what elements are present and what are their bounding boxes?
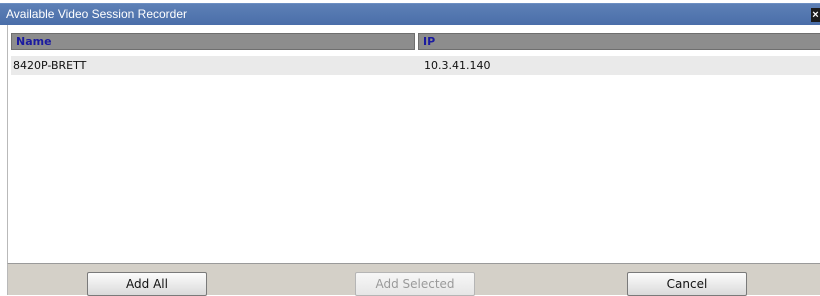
- column-header-ip[interactable]: IP: [418, 33, 820, 50]
- close-icon[interactable]: ×: [811, 8, 820, 22]
- add-all-button[interactable]: Add All: [87, 272, 207, 296]
- dialog-title: Available Video Session Recorder: [6, 7, 188, 21]
- recorder-table: Name IP 8420P-BRETT 10.3.41.140: [7, 25, 820, 263]
- table-header: Name IP: [8, 33, 820, 50]
- column-header-name[interactable]: Name: [11, 33, 415, 50]
- cell-name: 8420P-BRETT: [13, 59, 87, 72]
- table-row[interactable]: 8420P-BRETT 10.3.41.140: [11, 56, 820, 75]
- add-selected-button[interactable]: Add Selected: [355, 272, 475, 296]
- cancel-button[interactable]: Cancel: [627, 272, 747, 296]
- cell-ip: 10.3.41.140: [424, 59, 491, 72]
- title-bar[interactable]: Available Video Session Recorder ×: [0, 3, 820, 25]
- video-session-recorder-dialog: Available Video Session Recorder × Name …: [0, 0, 820, 296]
- button-bar: Add All Add Selected Cancel: [7, 263, 820, 296]
